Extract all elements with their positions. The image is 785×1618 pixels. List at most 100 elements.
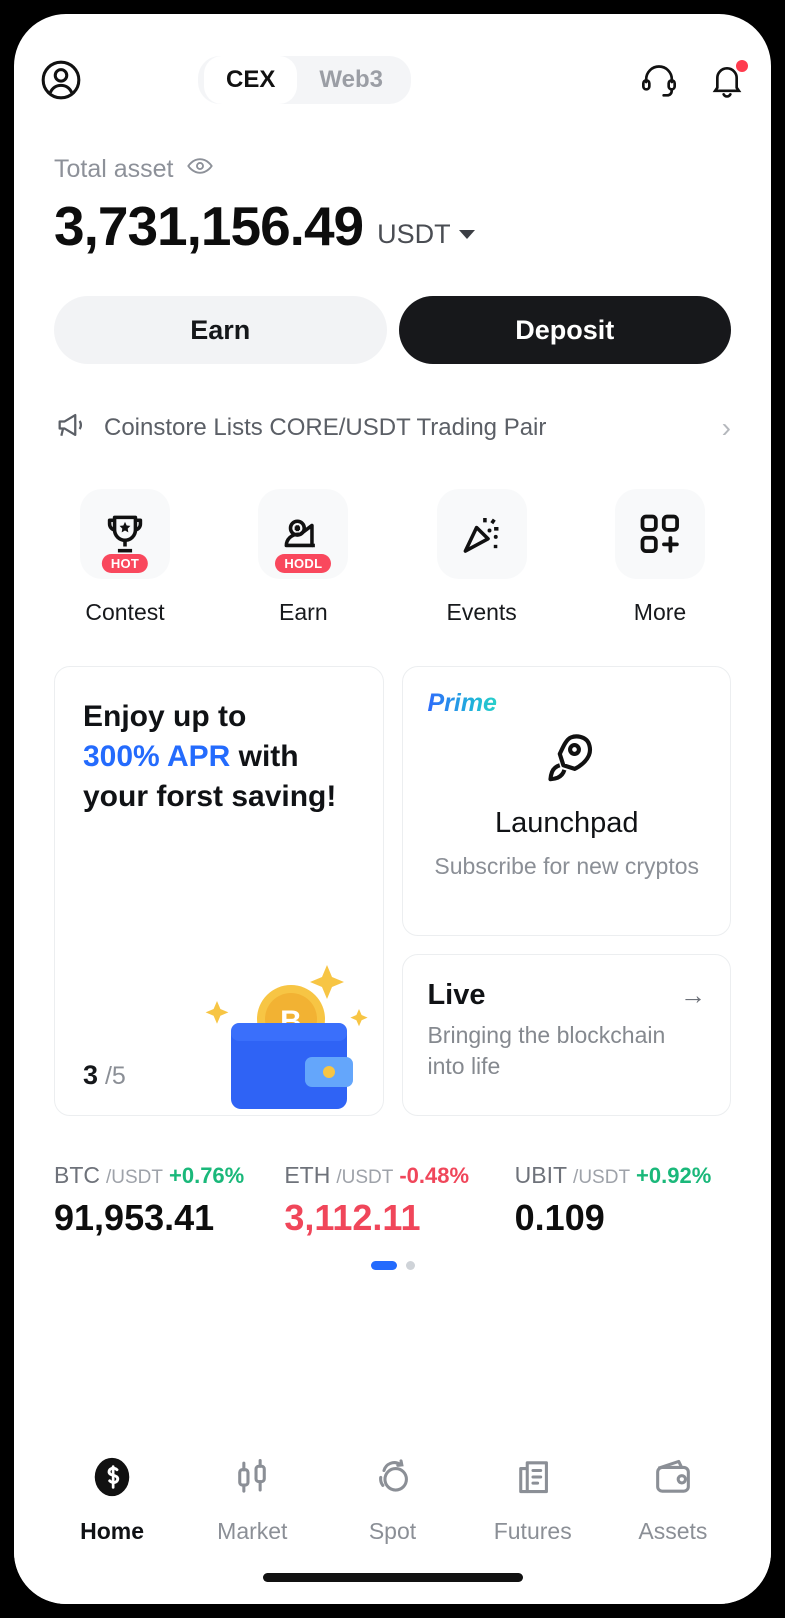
nav-label: Home xyxy=(80,1518,145,1544)
grid-plus-icon xyxy=(614,489,705,579)
quick-action-label: Contest xyxy=(85,599,165,625)
nav-item-assets[interactable]: Assets xyxy=(603,1454,743,1545)
total-asset-amount: 3,731,156.49 xyxy=(54,195,364,257)
nav-label: Market xyxy=(217,1518,288,1544)
promo-page-total: /5 xyxy=(104,1062,126,1090)
eye-icon[interactable] xyxy=(186,152,214,187)
promo-line3: your forst saving! xyxy=(83,780,337,814)
earn-button[interactable]: Earn xyxy=(54,296,387,364)
pagination-dot[interactable] xyxy=(405,1261,415,1270)
quick-action-label: Events xyxy=(446,599,517,625)
quick-action-label: Earn xyxy=(279,599,328,625)
trophy-icon: HOT xyxy=(80,489,170,579)
app-screen: CEX Web3 Total asset 3,731,156.49 USDT E… xyxy=(14,14,771,1604)
confetti-icon xyxy=(436,489,527,579)
live-header: Live → xyxy=(427,979,706,1012)
promo-pager: 3 /5 xyxy=(83,1060,126,1091)
arrow-right-icon[interactable]: → xyxy=(680,980,706,1011)
nav-item-market[interactable]: Market xyxy=(182,1454,322,1545)
chevron-right-icon[interactable]: › xyxy=(722,412,731,444)
header-icons xyxy=(639,60,748,100)
ticker-change: +0.76% xyxy=(169,1163,245,1188)
home-indicator xyxy=(262,1573,523,1582)
pagination-dot-active[interactable] xyxy=(370,1261,397,1270)
wallet-bitcoin-illustration: B xyxy=(187,945,377,1115)
ticker-pair: BTC /USDT +0.76% xyxy=(54,1162,270,1189)
promo-right-column: Prime Launchpad Subscribe for new crypto… xyxy=(402,666,731,1116)
promo-headline: Enjoy up to 300% APR with your forst sav… xyxy=(83,697,355,818)
deposit-button[interactable]: Deposit xyxy=(398,296,731,364)
currency-label: USDT xyxy=(377,219,451,249)
document-icon xyxy=(510,1454,556,1505)
headset-icon[interactable] xyxy=(639,60,679,100)
bottom-nav: Home Market Spot Futures Assets xyxy=(14,1428,771,1604)
savings-promo-card[interactable]: Enjoy up to 300% APR with your forst sav… xyxy=(54,666,385,1116)
live-title: Live xyxy=(427,979,486,1011)
launchpad-title: Launchpad xyxy=(494,807,639,839)
tab-cex[interactable]: CEX xyxy=(204,56,298,104)
bell-icon[interactable] xyxy=(707,60,748,100)
announcement-text: Coinstore Lists CORE/USDT Trading Pair xyxy=(104,413,547,441)
phone-frame: CEX Web3 Total asset 3,731,156.49 USDT E… xyxy=(0,0,785,1618)
nav-label: Spot xyxy=(368,1518,417,1544)
quick-action-more[interactable]: More xyxy=(605,489,715,626)
piggy-bank-icon: HODL xyxy=(258,489,349,579)
badge-hodl: HODL xyxy=(275,554,332,573)
user-circle-icon[interactable] xyxy=(38,57,84,103)
prime-tag: Prime xyxy=(427,689,497,717)
rocket-icon xyxy=(536,726,598,793)
cex-web3-toggle[interactable]: CEX Web3 xyxy=(198,56,411,104)
ticker-btc[interactable]: BTC /USDT +0.76% 91,953.41 xyxy=(54,1162,270,1239)
quick-action-earn[interactable]: HODL Earn xyxy=(248,489,358,626)
quick-action-contest[interactable]: HOT Contest xyxy=(70,489,180,626)
nav-item-futures[interactable]: Futures xyxy=(463,1454,603,1545)
ticker-change: -0.48% xyxy=(399,1163,470,1188)
ticker-pair: UBIT /USDT +0.92% xyxy=(515,1162,731,1189)
announcement-banner[interactable]: Coinstore Lists CORE/USDT Trading Pair › xyxy=(14,364,771,447)
tab-web3[interactable]: Web3 xyxy=(297,56,405,104)
ticker-base: BTC xyxy=(54,1162,100,1188)
primary-actions: Earn Deposit xyxy=(14,254,771,364)
launchpad-subtitle: Subscribe for new cryptos xyxy=(434,853,700,879)
ticker-eth[interactable]: ETH /USDT -0.48% 3,112.11 xyxy=(284,1162,500,1239)
balance-row: 3,731,156.49 USDT xyxy=(54,199,731,254)
ticker-quote: /USDT xyxy=(573,1167,631,1188)
live-subtitle: Bringing the blockchain into life xyxy=(427,1022,666,1080)
live-card[interactable]: Live → Bringing the blockchain into life xyxy=(402,954,731,1116)
currency-selector[interactable]: USDT xyxy=(377,219,475,254)
ticker-row: BTC /USDT +0.76% 91,953.41 ETH /USDT -0.… xyxy=(14,1116,771,1239)
candlestick-icon xyxy=(229,1454,275,1505)
ticker-quote: /USDT xyxy=(336,1167,394,1188)
notification-badge xyxy=(735,60,748,72)
quick-action-events[interactable]: Events xyxy=(427,489,537,626)
wallet-icon xyxy=(650,1454,696,1505)
ticker-price: 3,112.11 xyxy=(284,1197,421,1238)
promo-page-current: 3 xyxy=(83,1060,99,1090)
ticker-ubit[interactable]: UBIT /USDT +0.92% 0.109 xyxy=(515,1162,731,1239)
quick-action-label: More xyxy=(633,599,687,625)
ticker-base: UBIT xyxy=(514,1162,568,1188)
ticker-change: +0.92% xyxy=(636,1163,712,1188)
balance-section: Total asset 3,731,156.49 USDT xyxy=(14,110,771,254)
nav-item-home[interactable]: Home xyxy=(42,1454,182,1545)
promo-cards: Enjoy up to 300% APR with your forst sav… xyxy=(14,626,771,1116)
ticker-base: ETH xyxy=(284,1162,331,1188)
nav-label: Futures xyxy=(493,1518,572,1544)
megaphone-icon xyxy=(54,408,88,447)
ticker-price: 0.109 xyxy=(514,1197,605,1238)
promo-line1: Enjoy up to xyxy=(83,700,247,733)
nav-label: Assets xyxy=(638,1518,708,1544)
total-asset-label: Total asset xyxy=(54,155,174,183)
swap-circles-icon xyxy=(370,1454,416,1505)
home-logo-icon xyxy=(89,1454,135,1505)
nav-item-spot[interactable]: Spot xyxy=(322,1454,462,1545)
ticker-quote: /USDT xyxy=(106,1167,163,1188)
quick-actions: HOT Contest HODL Earn Events More xyxy=(14,447,771,626)
promo-line2-rest: with xyxy=(230,740,299,774)
chevron-down-icon xyxy=(458,230,475,239)
total-asset-label-row: Total asset xyxy=(54,152,731,187)
app-header: CEX Web3 xyxy=(14,14,771,110)
launchpad-card[interactable]: Prime Launchpad Subscribe for new crypto… xyxy=(402,666,731,936)
ticker-price: 91,953.41 xyxy=(54,1197,215,1238)
ticker-pagination xyxy=(14,1239,771,1270)
